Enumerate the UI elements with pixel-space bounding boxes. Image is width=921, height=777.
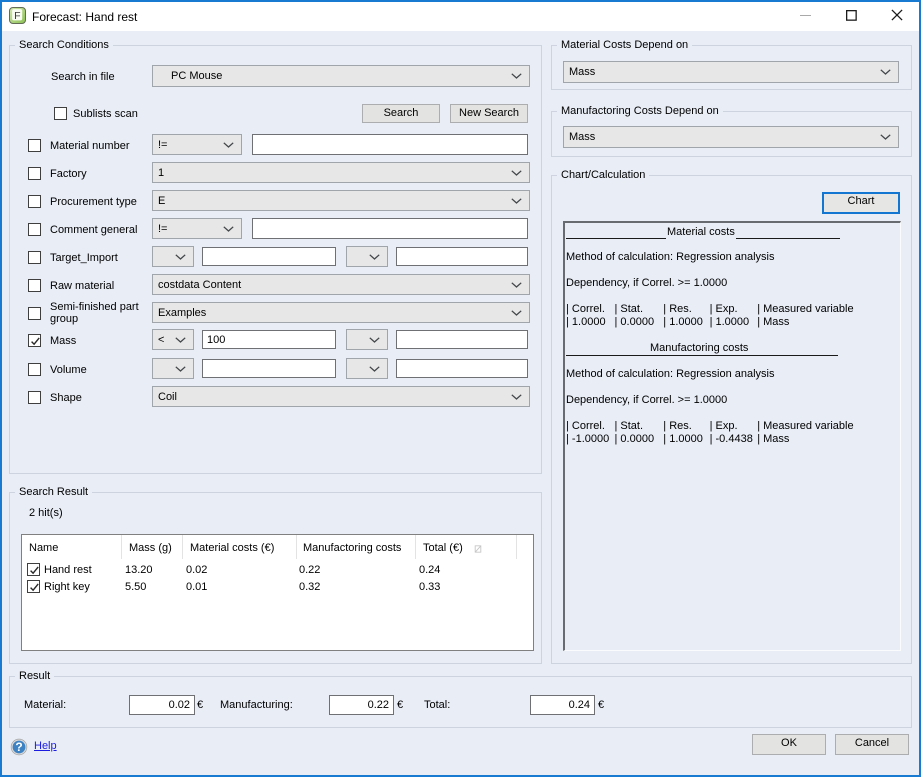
svg-text:?: ? — [15, 740, 22, 754]
svg-text:F: F — [14, 10, 20, 22]
